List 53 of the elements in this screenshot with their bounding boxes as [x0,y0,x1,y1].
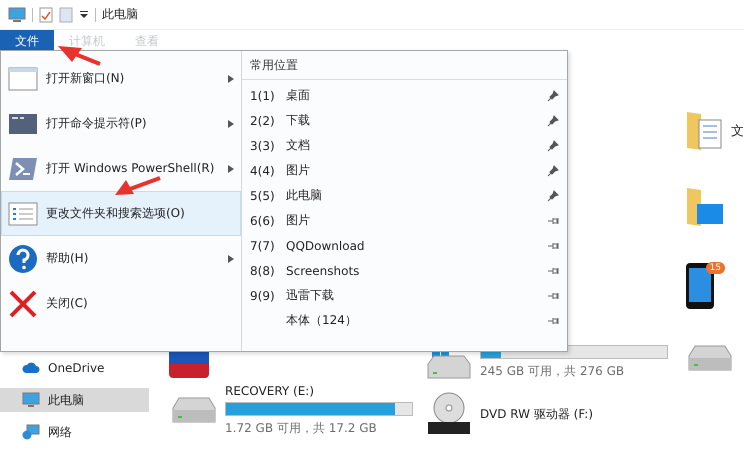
section-heading: 常用位置 [250,56,298,74]
close-icon [8,288,38,318]
pinned-icon[interactable] [547,140,559,152]
drive-name: RECOVERY (E:) [225,384,316,398]
menu-item[interactable]: 打开命令提示符(P) [1,101,241,146]
menu-item[interactable]: 关闭(C) [1,281,241,326]
menu-item[interactable]: 更改文件夹和搜索选项(O) [1,191,241,236]
item-number: 2(2) [250,114,276,128]
computer-icon [8,6,26,22]
menu-item[interactable]: 打开 Windows PowerShell(R) [1,146,241,191]
place-link[interactable]: 文档 [286,138,310,152]
pinned-icon[interactable] [547,190,559,202]
item-number: 7(7) [250,238,276,252]
sidebar-item[interactable]: 此电脑 [0,388,149,412]
place-link[interactable]: 本体（124） [286,313,357,327]
item-number: 1(1) [250,88,276,102]
menu-item[interactable]: 帮助(H) [1,236,241,281]
place-link[interactable]: QQDownload [286,238,365,252]
sidebar-item[interactable]: OneDrive [0,356,149,380]
place-link[interactable]: 迅雷下载 [286,288,334,302]
item-number: 8(8) [250,264,276,278]
desktop-folder-icon [685,186,725,228]
pinned-icon[interactable] [547,164,559,176]
pinned-icon[interactable] [547,114,559,126]
place-link[interactable]: Screenshots [286,264,360,278]
pinned-icon[interactable] [547,90,559,102]
place-link[interactable]: 图片 [286,163,310,177]
item-number: 3(3) [250,138,276,152]
place-link[interactable]: 桌面 [286,88,310,102]
arrow [58,46,101,66]
network-icon [22,424,40,440]
place-link[interactable]: 此电脑 [286,188,322,202]
arrow [115,176,161,195]
computer-icon [22,392,40,408]
drive-name: DVD RW 驱动器 (F:) [480,406,594,422]
menu-item[interactable]: 打开新窗口(N) [1,56,241,101]
ribbon-tab[interactable]: 文件 [0,30,54,52]
drive-capacity: 245 GB 可用，共 276 GB [480,362,626,380]
folder-label: 文 [731,123,744,140]
item-number: 6(6) [250,214,276,228]
item-number: 5(5) [250,188,276,202]
item-number: 9(9) [250,288,276,302]
place-link[interactable]: 图片 [286,213,310,227]
cloud-icon [22,360,40,376]
properties-icon[interactable] [39,6,53,22]
window-title: 此电脑 [102,6,138,23]
sidebar-item[interactable]: 网络 [0,420,149,444]
drive-capacity: 1.72 GB 可用，共 17.2 GB [225,420,378,437]
dropdown-caret-icon[interactable] [79,10,89,20]
notification-badge: 15 [706,262,725,274]
help-icon [8,244,38,274]
place-link[interactable]: 下载 [286,113,310,127]
item-number: 4(4) [250,164,276,178]
